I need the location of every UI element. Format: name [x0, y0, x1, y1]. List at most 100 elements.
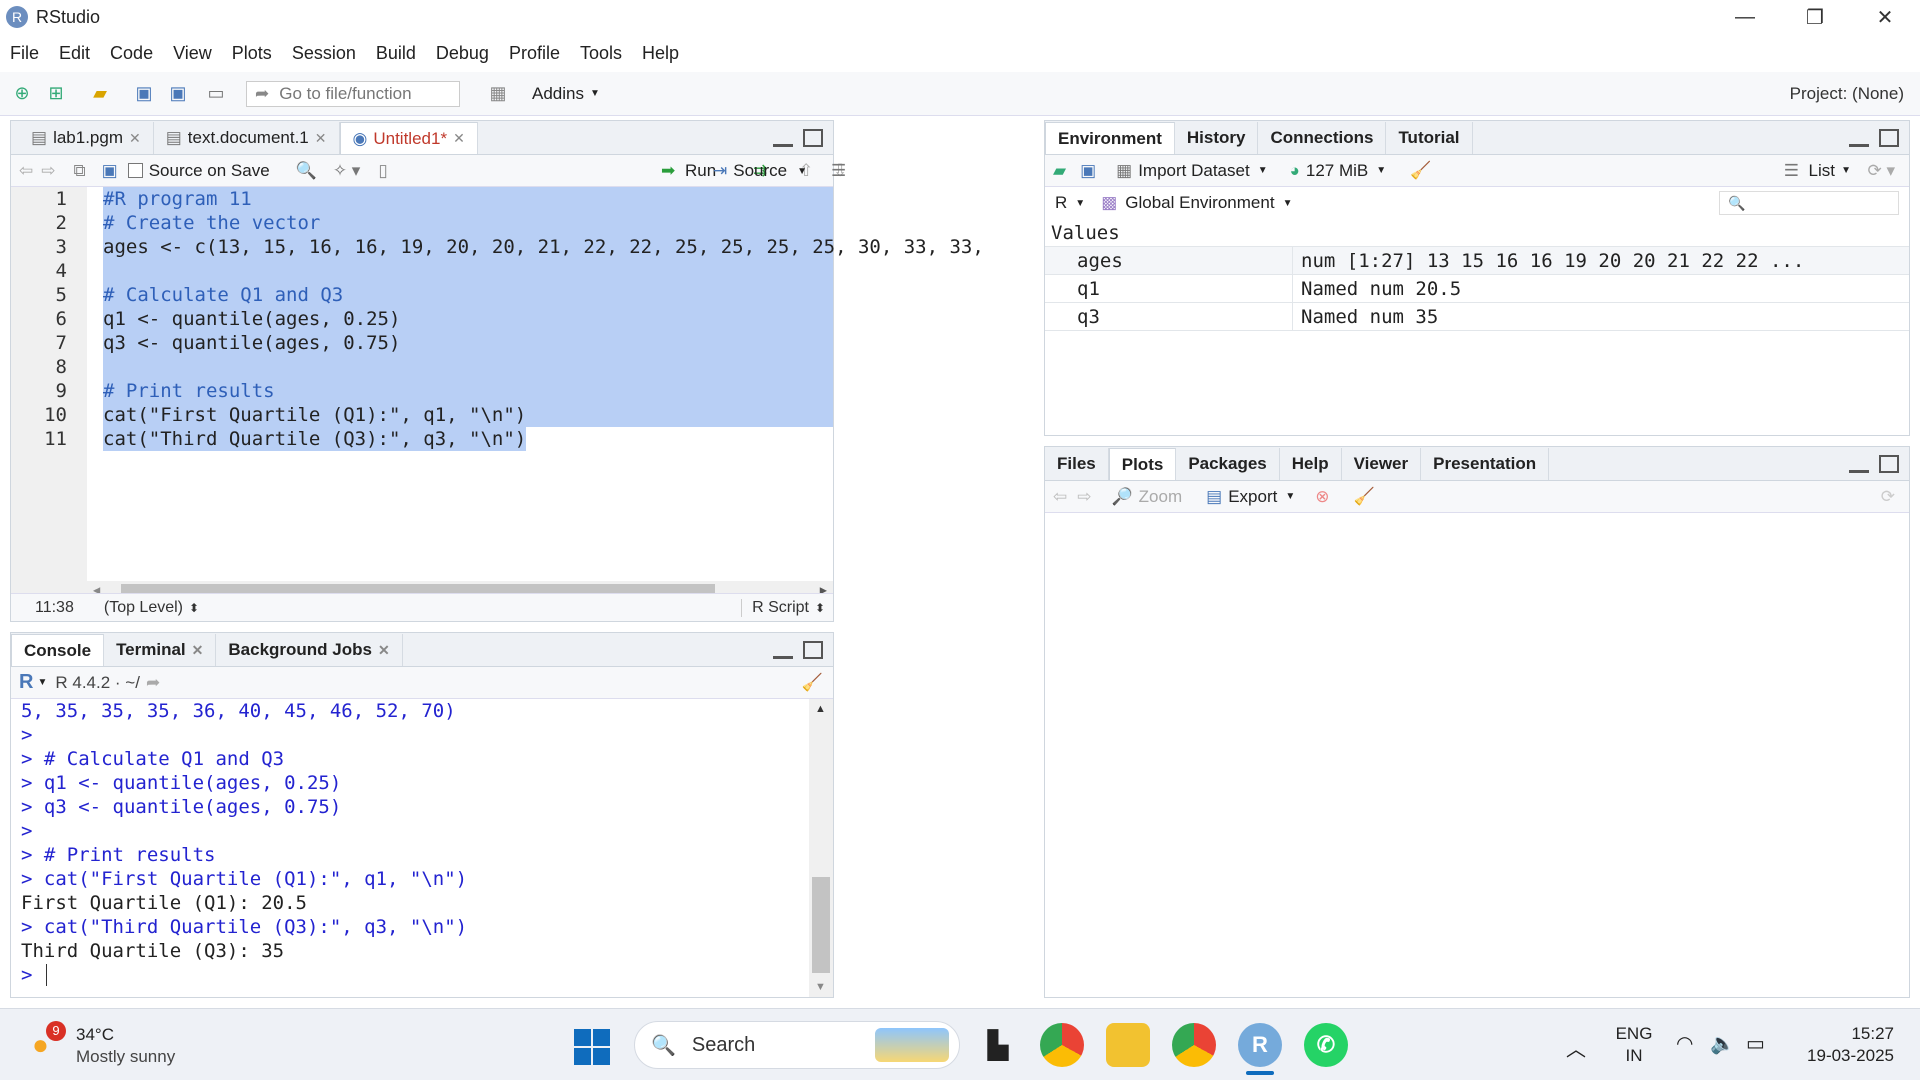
chevron-down-icon[interactable]: ▼: [37, 677, 47, 688]
tab-console[interactable]: Console: [11, 634, 105, 666]
close-button[interactable]: ✕: [1850, 0, 1920, 34]
outline-icon[interactable]: ☰: [831, 161, 846, 181]
rstudio-taskbar-icon[interactable]: R: [1238, 1023, 1282, 1067]
run-button[interactable]: Run: [685, 161, 716, 181]
grid-layout-icon[interactable]: ▦: [484, 80, 512, 108]
scrollbar-thumb[interactable]: [812, 877, 830, 973]
close-tab-icon[interactable]: ✕: [192, 642, 204, 659]
back-icon[interactable]: ⇦: [19, 161, 33, 181]
menu-session[interactable]: Session: [282, 43, 366, 64]
weather-widget[interactable]: ● 9 34°C Mostly sunny: [28, 1021, 208, 1069]
close-tab-icon[interactable]: ✕: [129, 130, 141, 147]
clear-plots-icon[interactable]: 🧹: [1354, 487, 1375, 507]
print-icon[interactable]: ▭: [202, 80, 230, 108]
forward-icon[interactable]: ⇨: [41, 161, 55, 181]
battery-icon[interactable]: ▭: [1746, 1031, 1765, 1056]
save-all-icon[interactable]: ▣: [164, 80, 192, 108]
table-row[interactable]: q1 Named num 20.5: [1045, 274, 1909, 303]
view-mode-selector[interactable]: List: [1809, 161, 1835, 181]
refresh-icon[interactable]: ⟳ ▾: [1867, 161, 1895, 181]
tab-environment[interactable]: Environment: [1045, 122, 1175, 154]
close-tab-icon[interactable]: ✕: [453, 130, 465, 147]
tab-connections[interactable]: Connections: [1258, 122, 1387, 154]
compile-report-icon[interactable]: ▯: [378, 161, 387, 181]
minimize-pane-icon[interactable]: [773, 141, 793, 147]
chrome-profile-icon[interactable]: [1172, 1023, 1216, 1067]
menu-help[interactable]: Help: [632, 43, 689, 64]
previous-plot-icon[interactable]: ⇦: [1053, 487, 1067, 507]
clock[interactable]: 15:27 19-03-2025: [1794, 1023, 1894, 1067]
volume-icon[interactable]: 🔈: [1710, 1031, 1735, 1056]
task-view-icon[interactable]: ▙: [976, 1023, 1020, 1067]
language-indicator[interactable]: ENG IN: [1614, 1023, 1654, 1067]
tab-tutorial[interactable]: Tutorial: [1386, 122, 1473, 154]
maximize-pane-icon[interactable]: [803, 129, 823, 147]
menu-edit[interactable]: Edit: [49, 43, 100, 64]
menu-file[interactable]: File: [0, 43, 49, 64]
tab-files[interactable]: Files: [1045, 448, 1109, 480]
close-tab-icon[interactable]: ✕: [315, 130, 327, 147]
tab-plots[interactable]: Plots: [1108, 448, 1177, 480]
project-menu[interactable]: Project: (None): [1790, 84, 1904, 104]
save-icon[interactable]: ▣: [130, 80, 158, 108]
table-row[interactable]: ages num [1:27] 13 15 16 16 19 20 20 21 2…: [1045, 246, 1909, 275]
open-folder-icon[interactable]: ▰: [86, 80, 114, 108]
maximize-pane-icon[interactable]: [1879, 455, 1899, 473]
go-to-file-input[interactable]: ➦ Go to file/function: [246, 80, 460, 107]
minimize-pane-icon[interactable]: [1849, 467, 1869, 473]
close-tab-icon[interactable]: ✕: [378, 642, 390, 659]
minimize-button[interactable]: —: [1710, 0, 1780, 34]
menu-view[interactable]: View: [163, 43, 222, 64]
menu-debug[interactable]: Debug: [426, 43, 499, 64]
taskbar-search[interactable]: 🔍 Search: [634, 1021, 960, 1069]
maximize-pane-icon[interactable]: [1879, 129, 1899, 147]
load-workspace-icon[interactable]: ▰: [1053, 161, 1066, 181]
menu-profile[interactable]: Profile: [499, 43, 570, 64]
tab-presentation[interactable]: Presentation: [1421, 448, 1550, 480]
menu-build[interactable]: Build: [366, 43, 426, 64]
minimize-pane-icon[interactable]: [773, 653, 793, 659]
next-plot-icon[interactable]: ⇨: [1077, 487, 1091, 507]
save-workspace-icon[interactable]: ▣: [1080, 161, 1096, 181]
search-icon[interactable]: 🔍: [296, 161, 317, 181]
code-tools-icon[interactable]: ✧ ▾: [333, 161, 361, 181]
memory-usage[interactable]: 127 MiB: [1306, 161, 1368, 181]
tab-lab1[interactable]: ▤ lab1.pgm ✕: [19, 122, 154, 154]
tab-untitled1[interactable]: ◉ Untitled1* ✕: [339, 122, 478, 154]
environment-search-input[interactable]: 🔍: [1719, 191, 1899, 215]
tab-terminal[interactable]: Terminal ✕: [104, 634, 217, 666]
clear-console-icon[interactable]: 🧹: [802, 673, 823, 693]
start-button[interactable]: [574, 1029, 610, 1065]
new-project-icon[interactable]: ⊞: [42, 80, 70, 108]
tab-history[interactable]: History: [1175, 122, 1259, 154]
menu-tools[interactable]: Tools: [570, 43, 632, 64]
restore-button[interactable]: ❐: [1780, 0, 1850, 34]
go-to-dir-icon[interactable]: ➦: [146, 673, 160, 693]
minimize-pane-icon[interactable]: [1849, 141, 1869, 147]
file-explorer-icon[interactable]: [1106, 1023, 1150, 1067]
maximize-pane-icon[interactable]: [803, 641, 823, 659]
table-row[interactable]: q3 Named num 35: [1045, 302, 1909, 331]
new-file-icon[interactable]: ⊕: [8, 80, 36, 108]
remove-plot-icon[interactable]: ⊗: [1315, 487, 1329, 507]
tab-background-jobs[interactable]: Background Jobs ✕: [216, 634, 403, 666]
export-button[interactable]: Export: [1228, 487, 1277, 507]
tab-text-document[interactable]: ▤ text.document.1 ✕: [154, 122, 340, 154]
menu-code[interactable]: Code: [100, 43, 163, 64]
menu-plots[interactable]: Plots: [222, 43, 282, 64]
environment-selector[interactable]: Global Environment: [1125, 193, 1274, 213]
zoom-button[interactable]: Zoom: [1139, 487, 1182, 507]
save-icon[interactable]: ▣: [102, 161, 118, 181]
console-output[interactable]: 5, 35, 35, 35, 36, 40, 45, 46, 52, 70) >…: [11, 699, 809, 997]
tab-packages[interactable]: Packages: [1176, 448, 1280, 480]
source-on-save-checkbox[interactable]: [127, 163, 143, 178]
chrome-icon[interactable]: [1040, 1023, 1084, 1067]
filetype-selector[interactable]: R Script: [741, 598, 809, 617]
scroll-down-icon[interactable]: ▼: [815, 981, 826, 993]
console-prompt[interactable]: >: [11, 963, 809, 987]
wifi-icon[interactable]: ◠: [1676, 1031, 1693, 1056]
tab-viewer[interactable]: Viewer: [1342, 448, 1422, 480]
scope-selector[interactable]: (Top Level): [104, 599, 183, 617]
vertical-scrollbar[interactable]: ▲ ▼: [809, 699, 833, 997]
language-selector[interactable]: R: [1055, 193, 1067, 213]
